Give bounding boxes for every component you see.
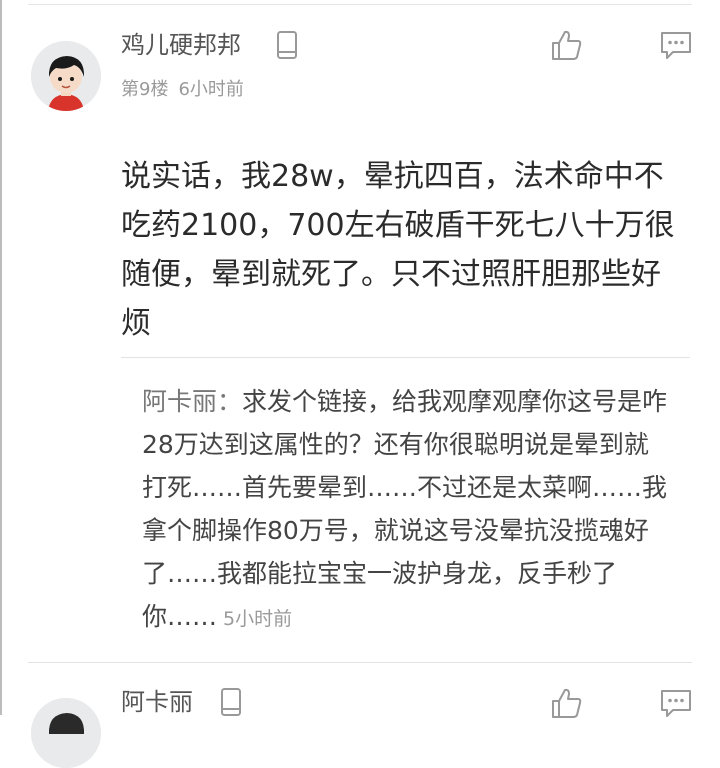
avatar-next[interactable]: [31, 698, 101, 768]
comment-time: 6小时前: [178, 79, 244, 100]
phone-icon: [221, 688, 241, 716]
thumbs-up-icon[interactable]: [549, 28, 583, 62]
top-divider: [28, 4, 692, 5]
reply-time: 5小时前: [223, 608, 293, 630]
comment-username[interactable]: 鸡儿硬邦邦: [121, 30, 241, 60]
next-comment-username[interactable]: 阿卡丽: [121, 687, 193, 717]
comment-text: 说实话，我28w，晕抗四百，法术命中不吃药2100，700左右破盾干死七八十万很…: [121, 159, 675, 341]
left-edge-border: [0, 0, 2, 715]
reply-author[interactable]: 阿卡丽：: [142, 387, 242, 416]
reply-divider: [121, 357, 690, 358]
reply-text: 求发个链接，给我观摩观摩你这号是咋28万达到这属性的？还有你很聪明说是晕到就打死…: [142, 387, 668, 631]
comment-bubble-icon[interactable]: [659, 30, 693, 60]
comment-meta: 第9楼 6小时前: [121, 78, 244, 102]
phone-icon: [277, 31, 297, 59]
reply-item[interactable]: 阿卡丽：求发个链接，给我观摩观摩你这号是咋28万达到这属性的？还有你很聪明说是晕…: [142, 380, 672, 641]
floor-label: 第9楼: [121, 79, 169, 100]
avatar[interactable]: [31, 41, 101, 111]
comment-divider: [28, 662, 692, 663]
comment-bubble-icon[interactable]: [659, 688, 693, 718]
